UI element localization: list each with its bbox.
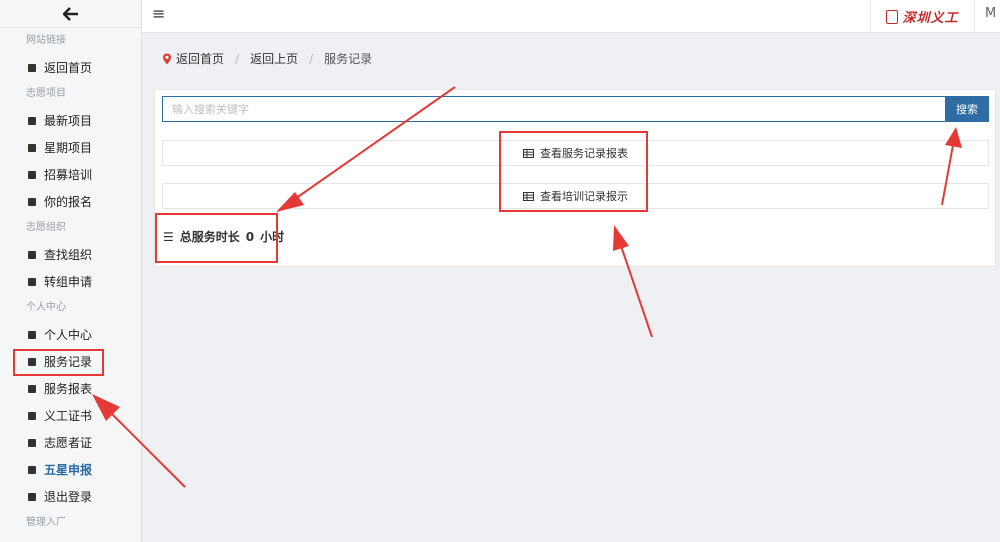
map-pin-icon — [163, 53, 171, 64]
sidebar-item-label: 招募培训 — [44, 168, 93, 182]
square-bullet-icon — [28, 170, 36, 179]
sidebar-group-personal-center: 个人中心 — [26, 302, 66, 313]
total-hours-label: 总服务时长 — [179, 230, 240, 244]
square-bullet-icon — [28, 143, 36, 152]
breadcrumb-home-link[interactable]: 返回首页 — [176, 50, 224, 67]
sidebar-item-label: 五星申报 — [44, 463, 93, 477]
square-bullet-icon — [28, 384, 36, 393]
sidebar-item-latest-projects[interactable]: 最新项目 — [0, 107, 141, 134]
square-bullet-icon — [28, 116, 36, 125]
sidebar-group-volunteer-organizations: 志愿组织 — [26, 222, 66, 233]
brand-emblem-icon — [886, 9, 899, 24]
sidebar-item-volunteer-card[interactable]: 志愿者证 — [0, 429, 141, 456]
breadcrumb-current: 服务记录 — [324, 52, 373, 66]
sidebar-group-website-links: 网站链接 — [26, 35, 66, 46]
breadcrumb-separator: / — [235, 51, 240, 66]
arrow-left-icon — [62, 6, 78, 21]
sidebar-item-label: 服务记录 — [44, 355, 93, 369]
user-menu[interactable]: M — [985, 6, 996, 21]
breadcrumb: 返回首页 / 返回上页 / 服务记录 — [162, 50, 372, 67]
breadcrumb-separator: / — [309, 51, 314, 66]
search-button[interactable]: 搜索 — [945, 96, 989, 122]
sidebar-item-label: 服务报表 — [44, 382, 93, 396]
sidebar-item-weekly-projects[interactable]: 星期项目 — [0, 134, 141, 161]
square-bullet-icon — [28, 357, 36, 366]
sidebar-item-label: 星期项目 — [44, 141, 93, 155]
search-input[interactable] — [162, 96, 945, 122]
sidebar-group-volunteer-projects: 志愿项目 — [26, 88, 66, 99]
sidebar-item-label: 个人中心 — [44, 328, 93, 342]
sidebar-item-label: 查找组织 — [44, 248, 93, 262]
sidebar-item-my-registrations[interactable]: 你的报名 — [0, 188, 141, 215]
brand-name: 深圳义工 — [902, 11, 959, 26]
sidebar-item-label: 志愿者证 — [44, 436, 93, 450]
sidebar-item-service-records[interactable]: 服务记录 — [0, 348, 141, 376]
sidebar-item-personal-center[interactable]: 个人中心 — [0, 321, 141, 348]
square-bullet-icon — [28, 411, 36, 420]
breadcrumb-back-link[interactable]: 返回上页 — [250, 50, 298, 67]
square-bullet-icon — [28, 197, 36, 206]
total-hours-unit: 小时 — [260, 230, 285, 244]
view-service-report-label: 查看服务记录报表 — [540, 147, 628, 160]
square-bullet-icon — [28, 492, 36, 501]
sidebar-item-service-report[interactable]: 服务报表 — [0, 375, 141, 402]
square-bullet-icon — [28, 438, 36, 447]
sidebar-item-home[interactable]: 返回首页 — [0, 54, 141, 81]
sidebar-item-volunteer-certificate[interactable]: 义工证书 — [0, 402, 141, 429]
back-button[interactable] — [0, 0, 141, 28]
sidebar-item-label: 你的报名 — [44, 195, 93, 209]
top-bar: ≡ 深圳义工 M — [142, 0, 1000, 33]
sidebar-group-admin-entry[interactable]: 管理入厂 — [0, 510, 141, 536]
bars-icon: ☰ — [163, 229, 174, 244]
sidebar-item-logout[interactable]: 退出登录 — [0, 483, 141, 510]
sidebar-item-label: 最新项目 — [44, 114, 93, 128]
sidebar-item-five-star-application[interactable]: 五星申报 — [0, 456, 141, 483]
view-training-report-button[interactable]: 查看培训记录报示 — [162, 183, 989, 209]
square-bullet-icon — [28, 465, 36, 474]
sidebar-item-label: 转组申请 — [44, 275, 93, 289]
square-bullet-icon — [28, 277, 36, 286]
sidebar-item-transfer-request[interactable]: 转组申请 — [0, 268, 141, 295]
brand-logo[interactable]: 深圳义工 — [870, 0, 975, 33]
square-bullet-icon — [28, 330, 36, 339]
sidebar-item-recruitment-training[interactable]: 招募培训 — [0, 161, 141, 188]
view-training-report-label: 查看培训记录报示 — [540, 190, 628, 203]
total-service-hours: ☰ 总服务时长 0 小时 — [163, 228, 284, 245]
table-icon — [523, 148, 534, 158]
sidebar: 网站链接 返回首页 志愿项目 最新项目 星期项目 招募培训 你的报名 志愿组织 … — [0, 0, 142, 542]
total-hours-value: 0 — [245, 229, 255, 244]
sidebar-item-label: 退出登录 — [44, 490, 93, 504]
service-records-panel: 搜索 查看服务记录报表 查看培训记录报示 ☰ 总服务时长 0 小时 — [154, 89, 996, 267]
sidebar-item-find-organization[interactable]: 查找组织 — [0, 241, 141, 268]
sidebar-item-label: 义工证书 — [44, 409, 93, 423]
table-icon — [523, 191, 534, 201]
square-bullet-icon — [28, 250, 36, 259]
hamburger-icon[interactable]: ≡ — [152, 4, 165, 23]
annotation-arrows — [92, 86, 962, 488]
view-service-report-button[interactable]: 查看服务记录报表 — [162, 140, 989, 166]
square-bullet-icon — [28, 63, 36, 72]
sidebar-item-label: 返回首页 — [44, 61, 93, 75]
